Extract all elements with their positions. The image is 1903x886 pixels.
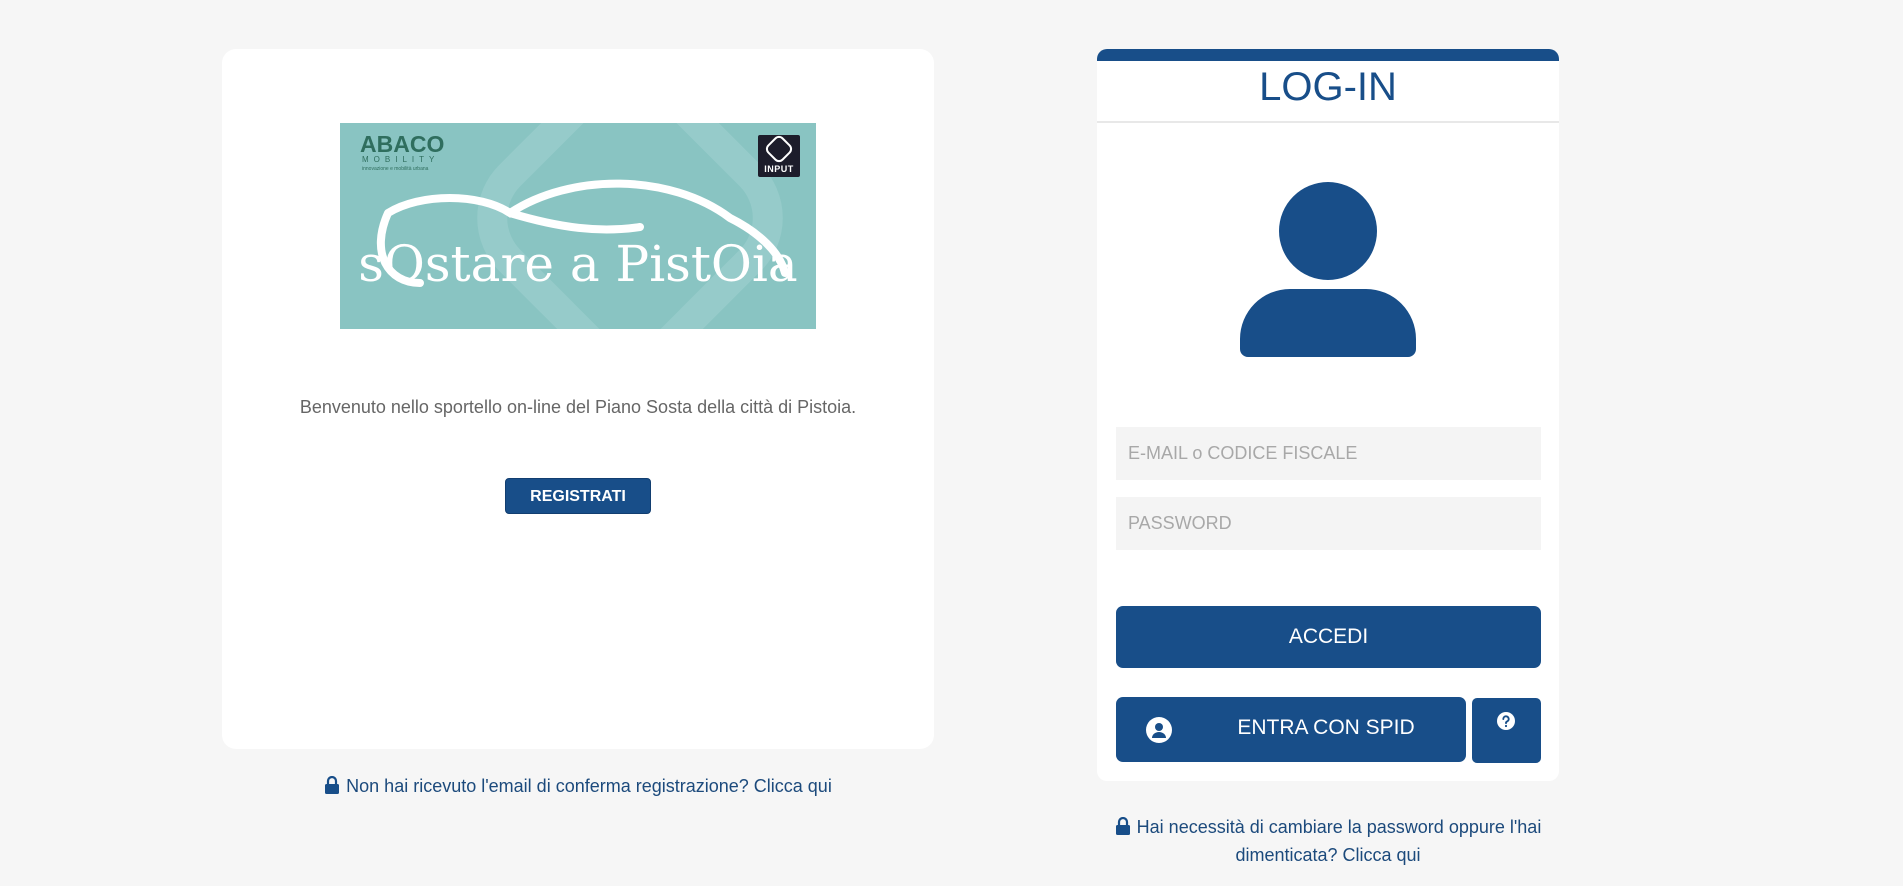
password-reset-link-text: Hai necessità di cambiare la password op… xyxy=(1136,817,1542,865)
spid-login-button[interactable]: ENTRA CON SPID xyxy=(1116,697,1466,762)
abaco-brand-sub: MOBILITY xyxy=(362,155,440,164)
spid-login-label: ENTRA CON SPID xyxy=(1237,716,1415,739)
welcome-card: ABACO MOBILITY innovazione e mobilità ur… xyxy=(222,49,934,749)
input-logo-mark xyxy=(765,135,793,163)
register-button[interactable]: REGISTRATI xyxy=(505,478,651,514)
spid-help-button[interactable] xyxy=(1472,698,1541,763)
banner-title: sOstare a PistOia xyxy=(358,235,798,293)
lock-icon xyxy=(1115,817,1130,835)
question-circle-icon xyxy=(1497,712,1515,730)
welcome-text: Benvenuto nello sportello on-line del Pi… xyxy=(299,397,857,417)
abaco-brand: ABACO xyxy=(360,131,445,157)
lock-icon xyxy=(325,776,340,794)
confirm-email-link[interactable]: Non hai ricevuto l'email di conferma reg… xyxy=(222,776,934,797)
login-card-topbar xyxy=(1097,49,1559,61)
login-title: LOG-IN xyxy=(1259,65,1397,109)
email-field[interactable] xyxy=(1116,427,1541,480)
password-field[interactable] xyxy=(1116,497,1541,550)
user-icon xyxy=(1240,182,1416,357)
login-title-divider xyxy=(1097,121,1559,123)
abaco-tagline: innovazione e mobilità urbana xyxy=(362,166,429,172)
login-card: LOG-IN ACCEDI ENTRA CON SPID xyxy=(1097,49,1559,781)
password-reset-link[interactable]: Hai necessità di cambiare la password op… xyxy=(1097,813,1559,869)
input-logo: INPUT xyxy=(758,135,800,177)
spid-user-icon xyxy=(1146,717,1172,743)
input-logo-text: INPUT xyxy=(764,164,794,174)
sostare-pistoia-banner: ABACO MOBILITY innovazione e mobilità ur… xyxy=(340,123,816,329)
confirm-email-link-text: Non hai ricevuto l'email di conferma reg… xyxy=(346,776,832,796)
accedi-button[interactable]: ACCEDI xyxy=(1116,606,1541,668)
